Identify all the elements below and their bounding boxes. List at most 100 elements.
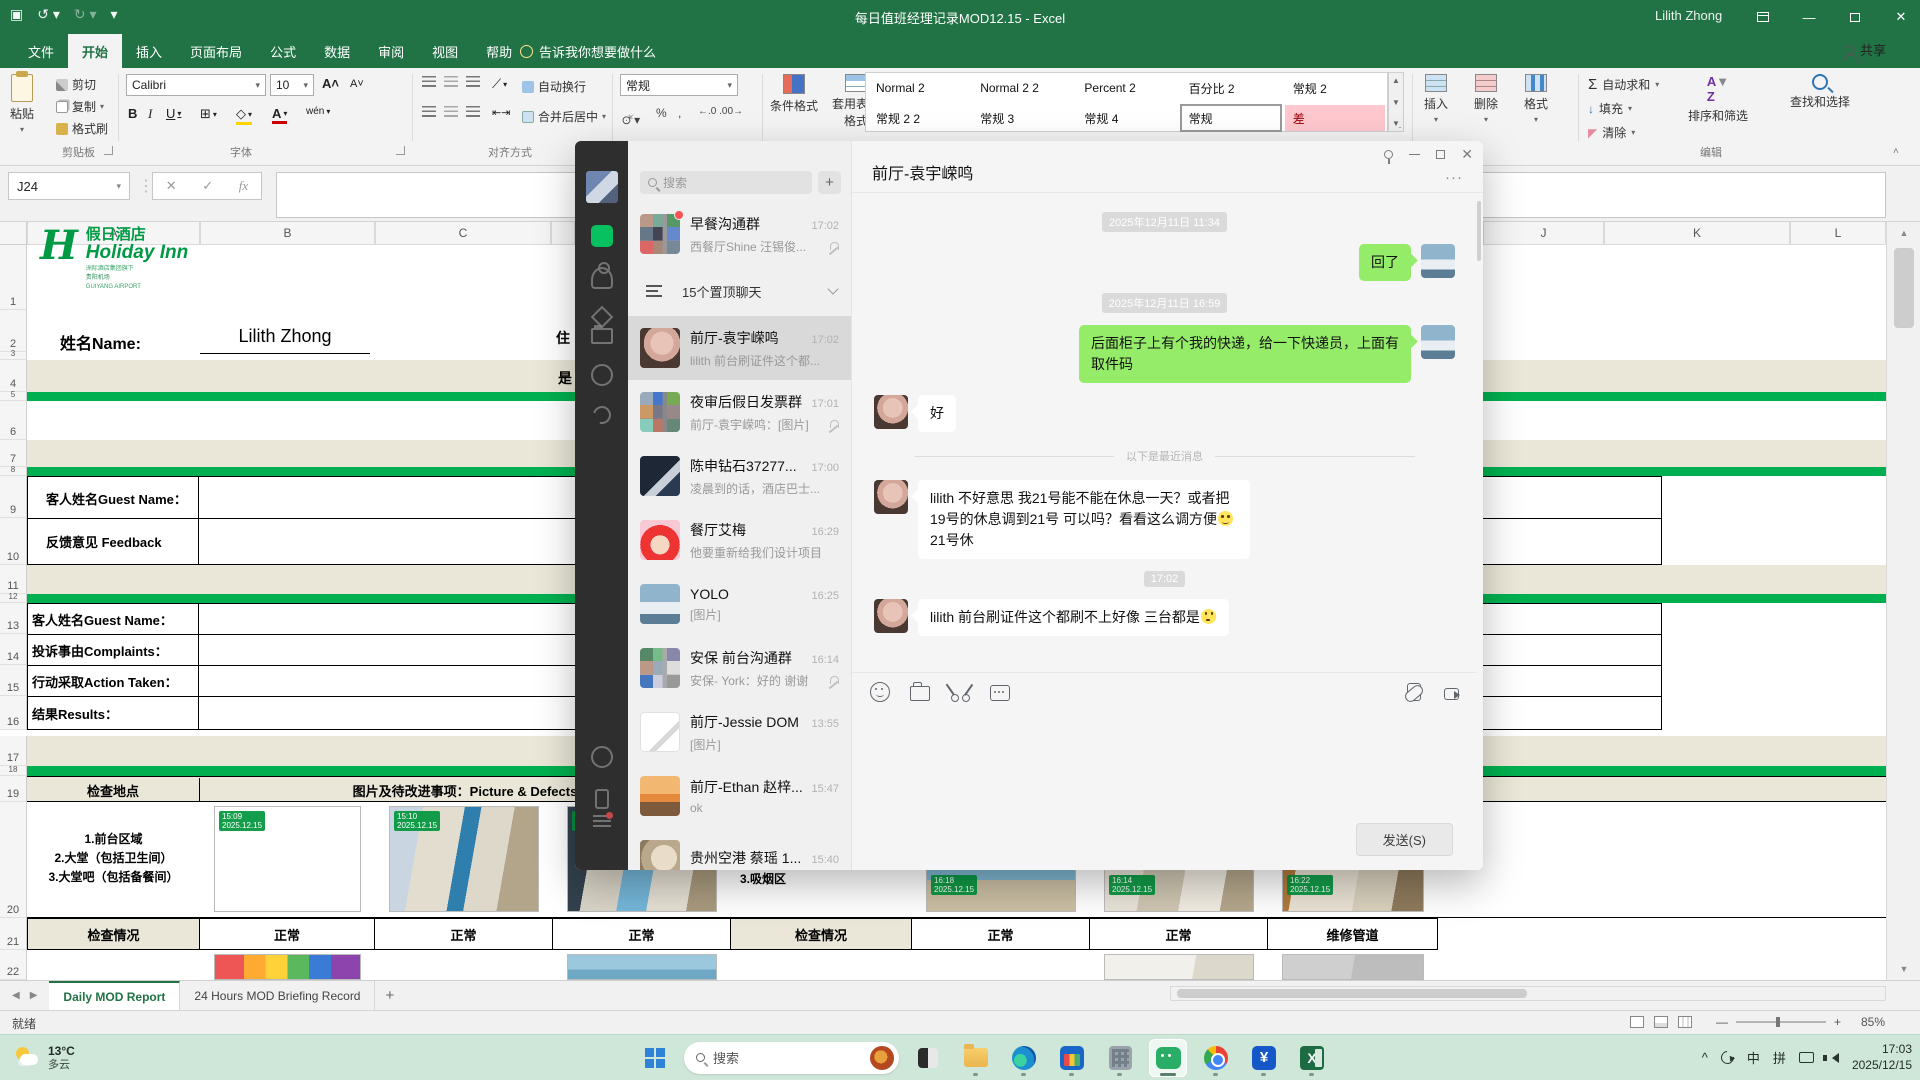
voice-call-icon[interactable] [1407,683,1421,701]
column-header[interactable]: J [1483,222,1604,245]
fill-color-button[interactable]: ◇▾ [236,106,252,125]
wechat-maximize-icon[interactable] [1436,150,1445,159]
scroll-up-icon[interactable]: ▲ [1887,222,1920,244]
chat-history-icon[interactable] [990,685,1010,701]
chat-list-item[interactable]: 贵州空港 蔡瑶 1...15:40 [628,828,851,870]
horizontal-scroll-thumb[interactable] [1177,989,1527,998]
send-button[interactable]: 发送(S) [1356,823,1453,856]
start-button[interactable] [636,1039,674,1077]
avatar[interactable] [1421,244,1455,278]
row-header[interactable]: 21 [0,918,27,950]
chat-list-item[interactable]: 夜审后假日发票群17:01 前厅-袁宇嵘鸣：[图片] [628,380,851,444]
cancel-entry-icon[interactable]: ✕ [166,178,177,194]
accounting-format-icon[interactable]: 🜚▾ [622,106,640,131]
page-break-view-icon[interactable] [1678,1016,1692,1028]
row-header[interactable]: 5 [0,392,27,401]
ribbon-tab[interactable]: 视图 [418,34,472,68]
message-bubble[interactable]: 回了 [1359,244,1411,281]
fill-button[interactable]: ↓填充▾ [1588,100,1632,117]
display-tray-icon[interactable] [1799,1052,1814,1063]
row-header[interactable]: 11 [0,565,27,594]
comma-style-icon[interactable]: , [678,106,681,120]
close-button[interactable]: ✕ [1878,0,1920,34]
percent-style-icon[interactable]: % [656,106,667,120]
clear-button[interactable]: ◤清除▾ [1588,124,1635,141]
page-layout-view-icon[interactable] [1654,1016,1668,1028]
message-input[interactable] [852,710,1477,810]
row-header[interactable]: 16 [0,696,27,730]
font-color-button[interactable]: A▾ [272,106,287,124]
row-header[interactable]: 17 [0,736,27,766]
phonetic-button[interactable]: wén▾ [306,106,330,117]
orientation-icon[interactable]: ⟋▾ [492,76,507,92]
delete-cells-button[interactable]: 删除▾ [1474,74,1498,124]
italic-button[interactable]: I [148,106,152,122]
share-button[interactable]: 共享 [1845,40,1886,59]
chat-more-icon[interactable]: ··· [1445,169,1463,186]
pinned-chats-header[interactable]: 15个置顶聊天 [628,266,851,316]
find-select-button[interactable]: 查找和选择 [1790,74,1850,110]
row-header[interactable]: 6 [0,401,27,440]
row-header[interactable]: 12 [0,594,27,603]
volume-tray-icon[interactable] [1827,1053,1839,1063]
row-header[interactable]: 20 [0,802,27,918]
zoom-out-icon[interactable]: — [1716,1015,1728,1029]
explorer-taskbar-icon[interactable] [957,1039,995,1077]
row-header[interactable]: 9 [0,476,27,518]
chat-list-item[interactable]: 前厅-Ethan 赵梓...15:47 ok [628,764,851,828]
clipboard-dialog-launcher[interactable] [104,146,113,155]
insert-function-icon[interactable]: fx [239,178,248,194]
ime-language-indicator[interactable]: 中 [1747,1048,1760,1067]
format-painter-button[interactable]: 格式刷 [56,120,108,137]
edge-taskbar-icon[interactable] [1005,1039,1043,1077]
calc-taskbar-icon[interactable] [1101,1039,1139,1077]
bold-button[interactable]: B [128,106,137,121]
restore-button[interactable] [1832,0,1878,34]
wechat-minimize-icon[interactable] [1409,154,1420,156]
search-highlight-image[interactable] [870,1046,894,1070]
ribbon-tab[interactable]: 文件 [14,34,68,68]
excel-taskbar-icon[interactable]: X [1293,1039,1331,1077]
row-header[interactable]: 22 [0,950,27,980]
emoji-icon[interactable] [870,682,890,702]
column-header[interactable]: C [375,222,551,245]
taskview-taskbar-icon[interactable] [909,1039,947,1077]
column-header[interactable] [551,222,575,245]
align-middle-icon[interactable] [444,76,458,88]
menu-icon[interactable] [591,810,613,832]
copy-button[interactable]: 复制▾ [56,98,104,115]
row-header[interactable]: 19 [0,776,27,802]
chat-list-item[interactable]: 前厅-袁宇嵘鸣17:02 lilith 前台刷证件这个都... [628,316,851,380]
cell-style-option[interactable]: 常规 4 [1074,103,1178,133]
font-size-combo[interactable]: 10▾ [270,74,314,96]
increase-font-icon[interactable]: A˄ [322,76,339,91]
confirm-entry-icon[interactable]: ✓ [202,178,213,194]
sort-filter-button[interactable]: A▼Z 排序和筛选 [1688,74,1748,124]
styles-gallery-scroll[interactable]: ▲▼▼̱ [1388,72,1404,132]
number-format-combo[interactable]: 常规▾ [620,74,738,96]
avatar[interactable] [1421,325,1455,359]
cell-style-option[interactable]: Percent 2 [1074,73,1178,103]
chat-list-item[interactable]: 安保 前台沟通群16:14 安保- York：好的 谢谢 [628,636,851,700]
vertical-scroll-thumb[interactable] [1894,248,1914,328]
contacts-icon[interactable] [591,267,613,289]
cell-style-option[interactable]: 常规 2 2 [866,103,970,133]
conditional-formatting-button[interactable]: 条件格式 [768,74,820,114]
scroll-down-icon[interactable]: ▼ [1887,958,1920,980]
cell-style-option[interactable]: 常规 3 [970,103,1074,133]
screenshot-icon[interactable] [950,682,970,702]
zoom-slider[interactable] [1736,1021,1826,1023]
column-header[interactable]: K [1604,222,1790,245]
row-header[interactable]: 3 [0,352,27,360]
select-all-corner[interactable] [0,222,27,245]
video-call-icon[interactable] [1444,688,1459,700]
ribbon-tab[interactable]: 页面布局 [176,34,256,68]
cell-style-option[interactable]: Normal 2 2 [970,73,1074,103]
cell-style-option[interactable]: 常规 2 [1283,73,1387,103]
sheet-nav-arrows[interactable]: ◀▶ [0,981,49,1010]
row-header[interactable]: 15 [0,665,27,696]
tell-me-box[interactable]: 告诉我你想要做什么 [520,34,656,68]
ribbon-display-options-icon[interactable] [1740,0,1786,34]
message-bubble[interactable]: lilith 前台刷证件这个都刷不上好像 三台都是 [918,599,1229,636]
chat-scrollbar[interactable] [1477,201,1481,261]
